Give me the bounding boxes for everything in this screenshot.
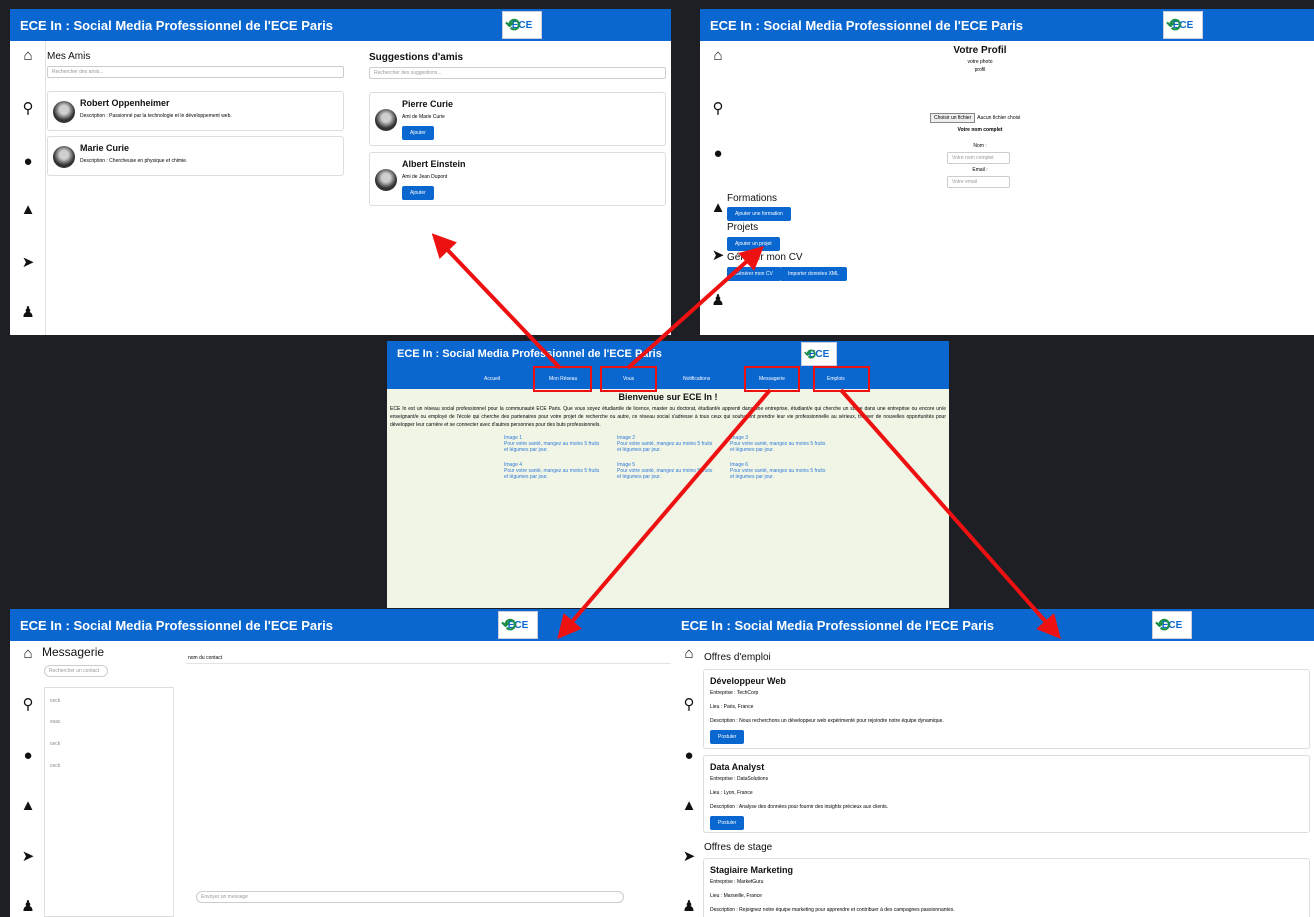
annotation-arrows [431, 233, 1061, 640]
arrow-to-messages [557, 388, 772, 640]
arrow-to-jobs [839, 388, 1061, 639]
collage: ECE In : Social Media Professionnel de l… [0, 0, 1314, 917]
arrow-to-profile [626, 245, 764, 370]
arrow-to-friends [431, 233, 562, 370]
